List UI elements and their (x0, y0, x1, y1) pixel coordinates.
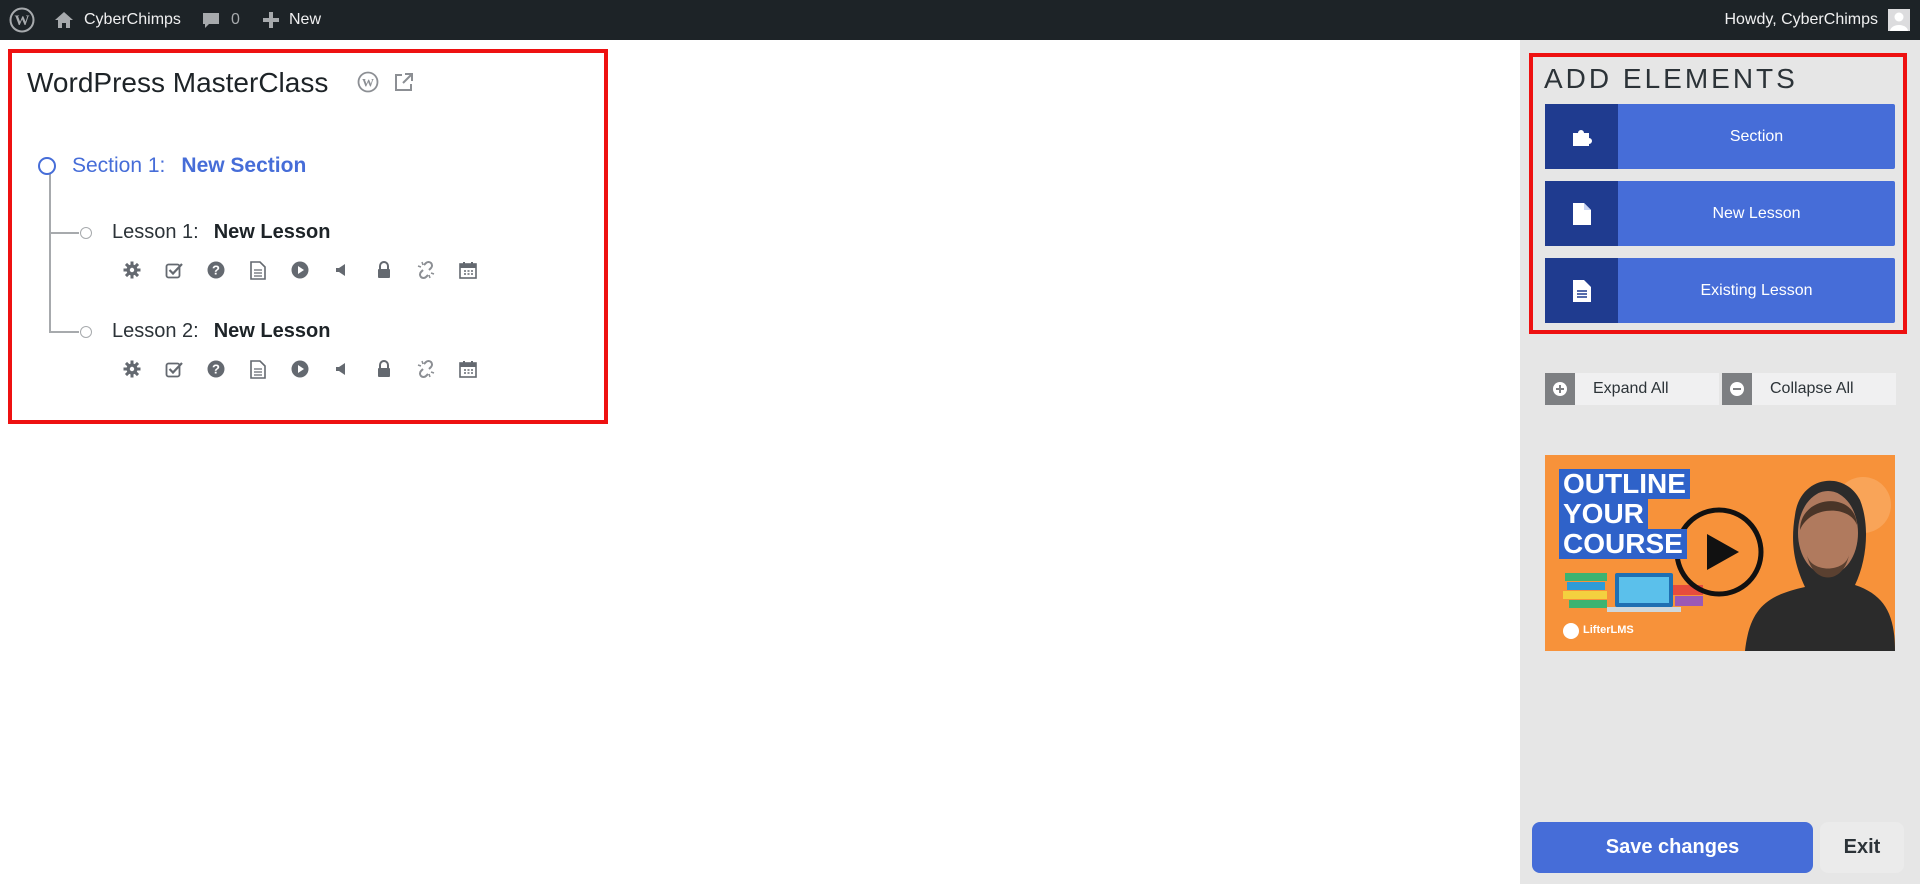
calendar-icon[interactable] (458, 359, 478, 379)
lock-icon[interactable] (374, 359, 394, 379)
lesson-prefix: Lesson 1: (112, 221, 199, 243)
external-link-icon[interactable] (393, 71, 415, 98)
document-icon[interactable] (248, 359, 268, 379)
video-title-line: OUTLINE (1559, 469, 1690, 499)
user-account-menu[interactable]: Howdy, CyberChimps (1724, 0, 1910, 40)
add-section-button[interactable]: Section (1545, 104, 1895, 169)
collapse-all-button[interactable]: Collapse All (1722, 373, 1896, 405)
collapse-all-label: Collapse All (1770, 380, 1854, 397)
video-brand-label: LifterLMS (1583, 624, 1634, 636)
site-name: CyberChimps (84, 11, 181, 28)
play-icon[interactable] (290, 260, 310, 280)
save-changes-button[interactable]: Save changes (1532, 822, 1813, 873)
lesson-node-icon (80, 227, 92, 239)
course-builder-canvas: WordPress MasterClass W Section 1: New S… (0, 40, 1520, 884)
audio-icon[interactable] (332, 260, 352, 280)
section-prefix: Section 1: (72, 154, 166, 177)
question-icon[interactable]: ? (206, 359, 226, 379)
unlink-icon[interactable] (416, 359, 436, 379)
plus-circle-icon (1545, 373, 1575, 405)
calendar-icon[interactable] (458, 260, 478, 280)
svg-text:?: ? (212, 362, 220, 377)
add-elements-heading: ADD ELEMENTS (1544, 63, 1798, 94)
course-title: WordPress MasterClass (27, 67, 329, 98)
avatar (1888, 9, 1910, 31)
video-title-line: COURSE (1559, 529, 1687, 559)
play-icon[interactable] (290, 359, 310, 379)
video-title-line: YOUR (1559, 499, 1648, 529)
exit-button[interactable]: Exit (1820, 822, 1904, 873)
site-name-link[interactable]: CyberChimps (54, 0, 181, 40)
comment-icon (201, 10, 221, 30)
lesson-actions: ? (122, 359, 500, 379)
plus-icon (262, 11, 280, 29)
add-existing-lesson-label: Existing Lesson (1700, 281, 1813, 299)
add-section-label: Section (1729, 127, 1784, 145)
unlink-icon[interactable] (416, 260, 436, 280)
course-title-actions: W (357, 71, 415, 98)
tree-branch-line (49, 331, 79, 333)
admin-bar: W CyberChimps 0 New Howdy, CyberChimps (0, 0, 1920, 40)
lesson-prefix: Lesson 2: (112, 320, 199, 342)
section-node-icon (38, 157, 56, 175)
wordpress-logo-icon[interactable]: W (9, 0, 35, 40)
file-icon (1545, 181, 1618, 246)
builder-sidebar: ADD ELEMENTS Section New Lesson Existing… (1520, 40, 1920, 884)
add-new-lesson-label: New Lesson (1712, 204, 1801, 222)
file-text-icon (1545, 258, 1618, 323)
document-icon[interactable] (248, 260, 268, 280)
svg-text:?: ? (212, 263, 220, 278)
new-label: New (289, 11, 322, 28)
add-existing-lesson-button[interactable]: Existing Lesson (1545, 258, 1895, 323)
tree-vertical-line (49, 173, 51, 332)
puzzle-icon (1545, 104, 1618, 169)
svg-text:W: W (15, 13, 30, 29)
audio-icon[interactable] (332, 359, 352, 379)
question-icon[interactable]: ? (206, 260, 226, 280)
new-content-link[interactable]: New (262, 0, 321, 40)
tutorial-video-thumbnail[interactable]: OUTLINE YOUR COURSE LifterLMS (1545, 455, 1895, 651)
section-item[interactable]: Section 1: New Section (38, 154, 306, 178)
checkbox-icon[interactable] (164, 359, 184, 379)
lesson-item[interactable]: Lesson 1: New Lesson (112, 221, 330, 244)
lesson-title[interactable]: New Lesson (214, 320, 331, 343)
minus-circle-icon (1722, 373, 1752, 405)
section-title[interactable]: New Section (181, 154, 306, 178)
comments-link[interactable]: 0 (201, 0, 240, 40)
lesson-item[interactable]: Lesson 2: New Lesson (112, 320, 330, 343)
svg-text:W: W (362, 76, 374, 90)
tree-branch-line (49, 232, 79, 234)
home-icon (54, 10, 74, 30)
expand-all-label: Expand All (1593, 380, 1669, 397)
lesson-title[interactable]: New Lesson (214, 221, 331, 244)
gear-icon[interactable] (122, 260, 142, 280)
gear-icon[interactable] (122, 359, 142, 379)
wordpress-edit-icon[interactable]: W (357, 71, 379, 98)
lesson-node-icon (80, 326, 92, 338)
add-new-lesson-button[interactable]: New Lesson (1545, 181, 1895, 246)
video-title-text: OUTLINE YOUR COURSE (1559, 469, 1709, 559)
comments-count: 0 (231, 11, 240, 28)
lesson-actions: ? (122, 260, 500, 280)
lock-icon[interactable] (374, 260, 394, 280)
howdy-greeting: Howdy, CyberChimps (1724, 11, 1878, 28)
expand-all-button[interactable]: Expand All (1545, 373, 1719, 405)
checkbox-icon[interactable] (164, 260, 184, 280)
